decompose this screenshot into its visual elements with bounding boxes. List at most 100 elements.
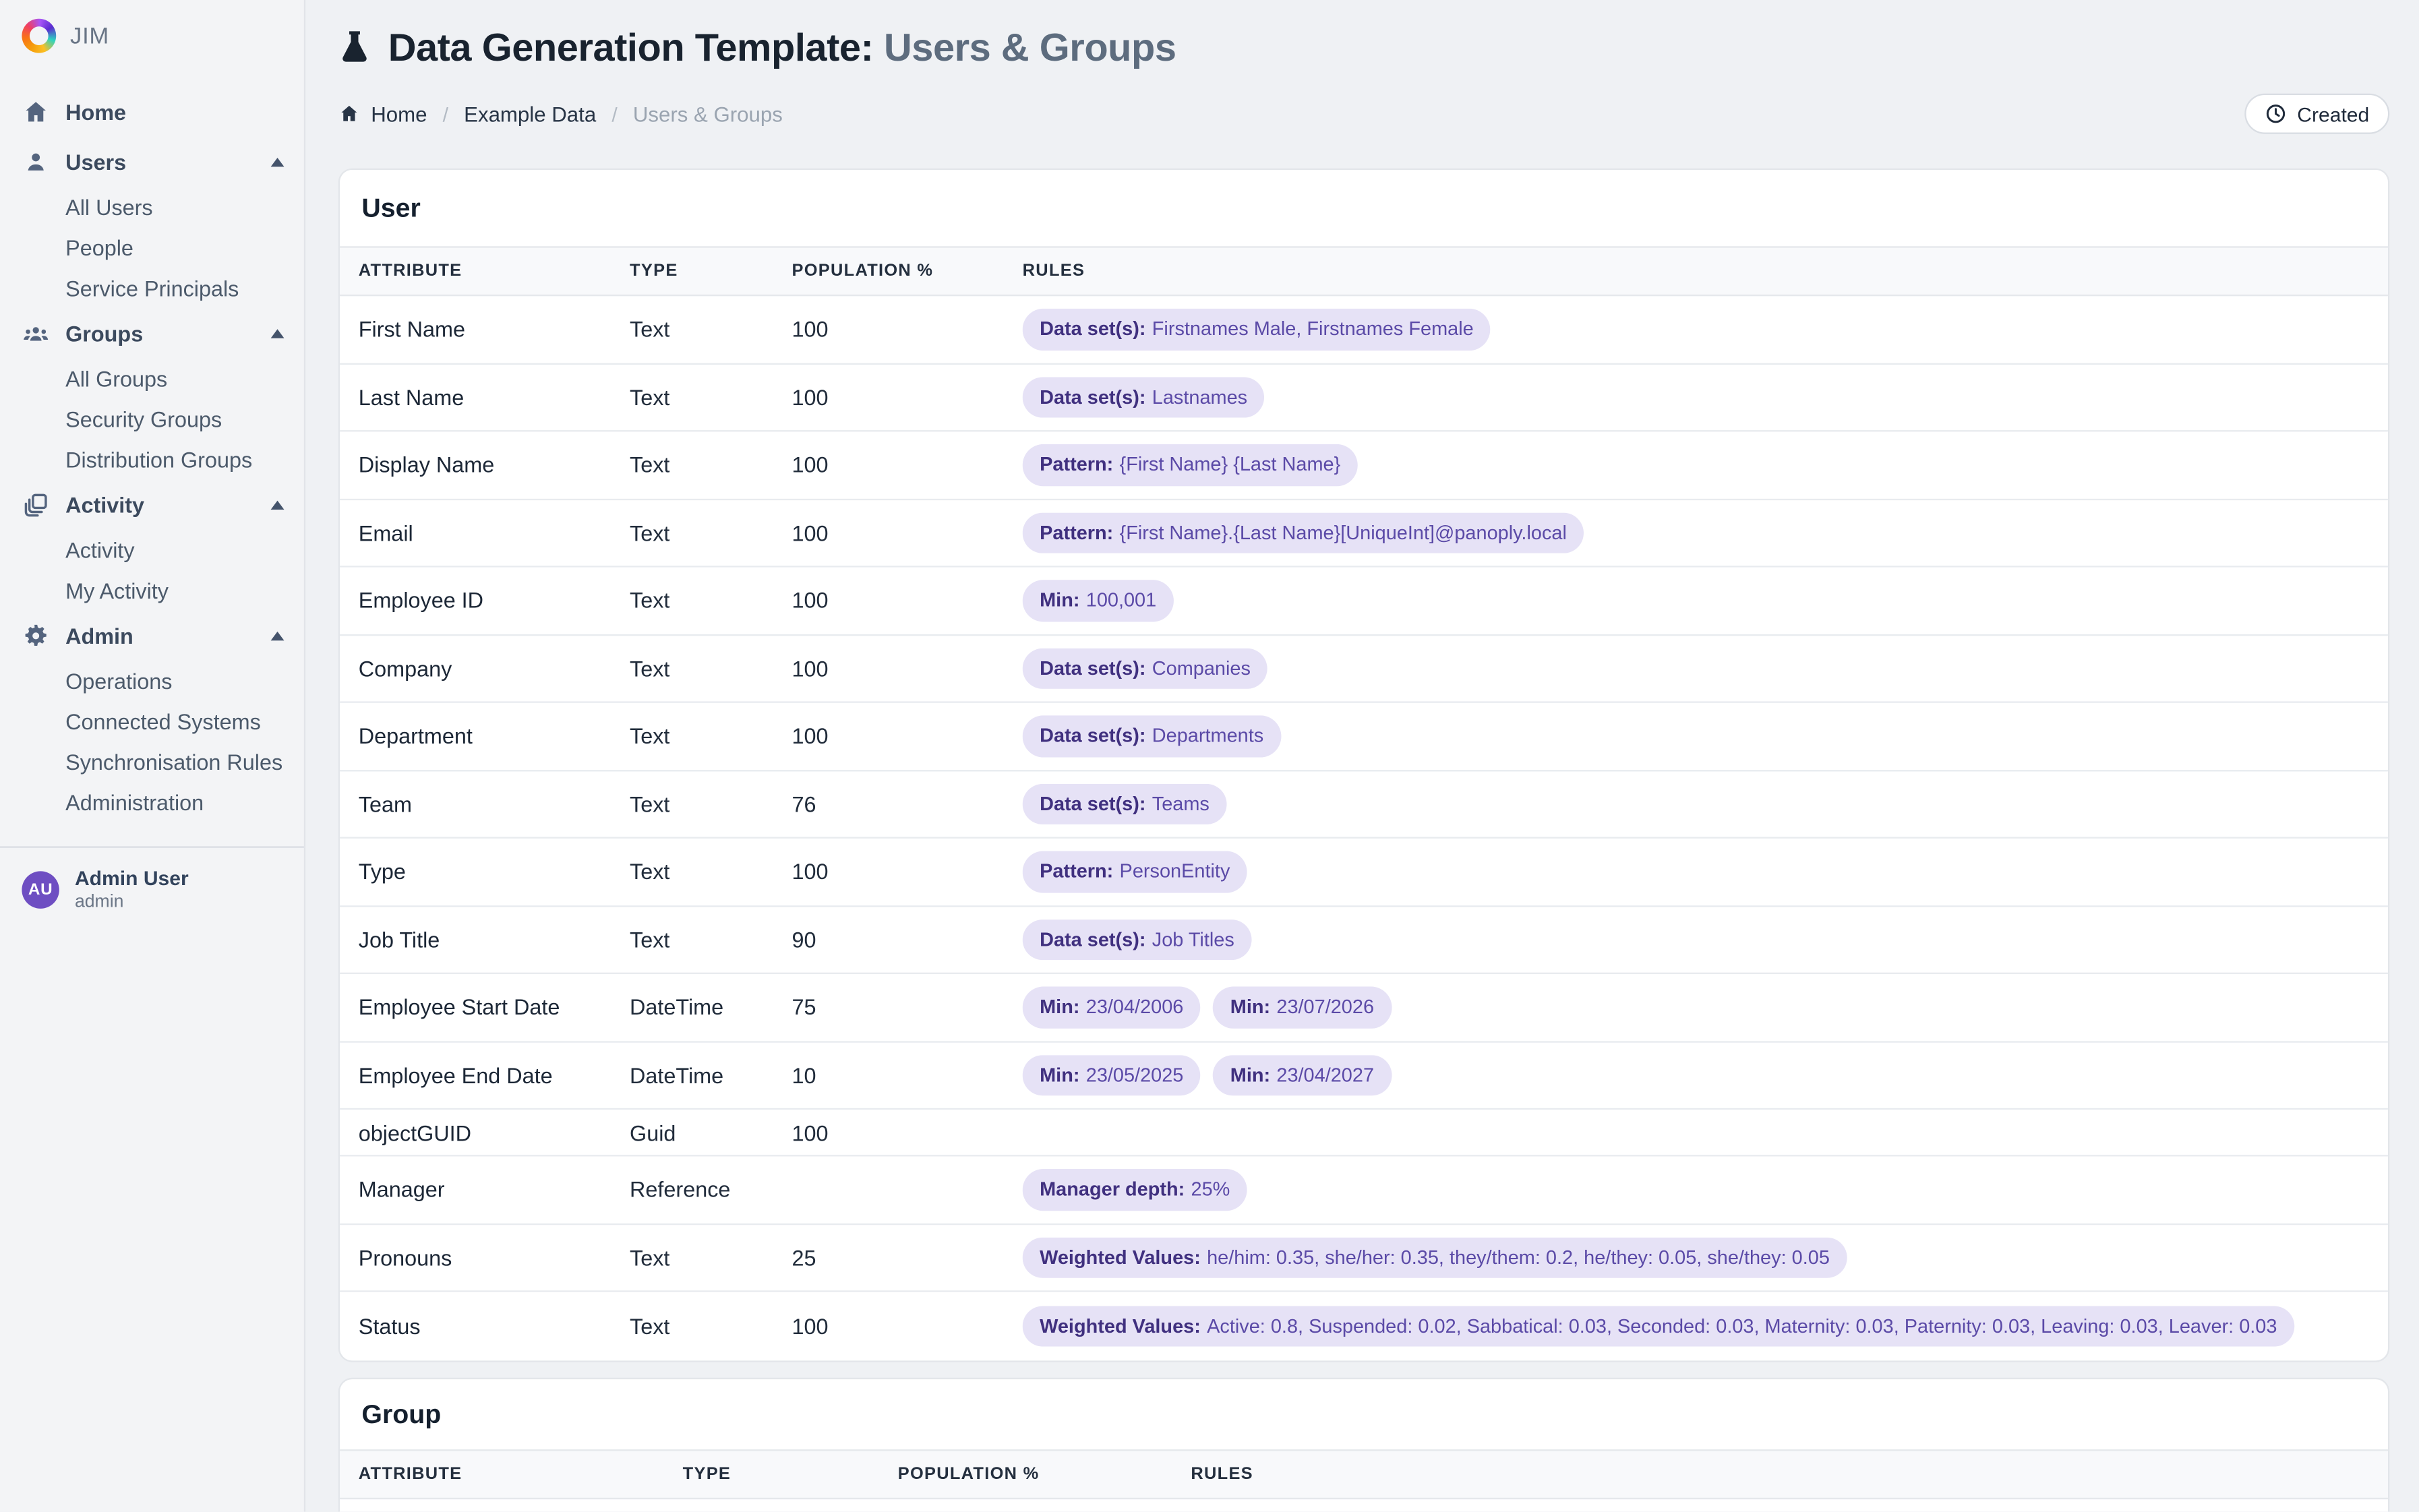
sidebar-item-all-users[interactable]: All Users [0, 187, 304, 227]
breadcrumb-item-users-groups: Users & Groups [633, 102, 783, 125]
sidebar-item-label: Home [65, 100, 285, 125]
rules-cell: Data set(s): Job Titles [1023, 919, 2370, 960]
population-cell: 100 [792, 452, 1022, 477]
breadcrumb-item-home[interactable]: Home [338, 102, 427, 125]
user-card-title: User [340, 170, 2388, 246]
population-cell: 10 [792, 1062, 1022, 1087]
rule-badge-label: Data set(s): [1040, 794, 1145, 814]
page-title-highlight: Users & Groups [884, 26, 1176, 69]
type-cell: Text [630, 452, 792, 477]
rule-badge: Data set(s):Departments [1023, 715, 1281, 756]
toolbar: Home/Example Data/Users & Groups Created [338, 94, 2390, 134]
table-row: Employee End DateDateTime10Min:23/05/202… [340, 1042, 2388, 1110]
jim-ring-logo-icon [22, 19, 56, 53]
attribute-cell: Status [359, 1313, 630, 1338]
attribute-cell: Last Name [359, 384, 630, 409]
type-cell: Text [630, 1245, 792, 1270]
sidebar-user[interactable]: AU Admin User admin [0, 848, 304, 933]
breadcrumb-item-example-data[interactable]: Example Data [464, 102, 596, 125]
type-cell: Text [630, 520, 792, 545]
sidebar-item-operations[interactable]: Operations [0, 661, 304, 701]
rule-badge-label: Weighted Values: [1040, 1248, 1201, 1267]
sidebar-item-connected-systems[interactable]: Connected Systems [0, 701, 304, 742]
attribute-cell: Employee ID [359, 588, 630, 613]
rules-cell: Manager depth: 25% [1023, 1169, 2370, 1210]
gear-icon [22, 622, 50, 650]
sidebar-item-activity[interactable]: Activity [0, 480, 304, 530]
sidebar-item-groups[interactable]: Groups [0, 309, 304, 359]
rule-badge-value: Active: 0.8, Suspended: 0.02, Sabbatical… [1207, 1316, 2277, 1335]
rules-cell: Pattern:{First Name}.{Last Name}[UniqueI… [1023, 512, 2370, 553]
rules-cell: Pattern:{First Name} {Last Name} [1023, 444, 2370, 485]
attribute-cell: First Name [359, 317, 630, 342]
attribute-cell: Pronouns [359, 1245, 630, 1270]
column-header: RULES [1023, 262, 2370, 280]
rule-badge-label: Pattern: [1040, 862, 1113, 882]
page-title-row: Data Generation Template: Users & Groups [338, 22, 2390, 75]
population-cell: 76 [792, 791, 1022, 816]
rule-badge-value: 23/07/2026 [1276, 998, 1374, 1017]
table-row: Last NameText100Data set(s):Lastnames [340, 364, 2388, 432]
rule-badge-label: Min: [1230, 1065, 1270, 1085]
sidebar-item-admin[interactable]: Admin [0, 611, 304, 661]
rules-cell [1191, 1505, 2369, 1512]
rule-badge-label: Min: [1040, 1065, 1079, 1085]
rule-badge: Min:23/05/2025 [1023, 1054, 1201, 1095]
rule-badge-value: Lastnames [1152, 388, 1247, 407]
sidebar-item-administration[interactable]: Administration [0, 783, 304, 823]
sidebar-item-all-groups[interactable]: All Groups [0, 359, 304, 399]
sidebar-item-label: People [65, 235, 285, 260]
type-cell: DateTime [630, 995, 792, 1020]
sidebar-item-label: Synchronisation Rules [65, 750, 285, 775]
type-cell: Text [630, 1313, 792, 1338]
table-row: Display NameText100Pattern:{First Name} … [340, 431, 2388, 500]
column-header: TYPE [630, 262, 792, 280]
breadcrumb-label: Home [371, 102, 427, 125]
sidebar-item-synchronisation-rules[interactable]: Synchronisation Rules [0, 742, 304, 783]
type-cell: Text [630, 859, 792, 884]
type-cell: Reference [630, 1177, 792, 1202]
population-cell: 100 [792, 656, 1022, 681]
rule-badge-value: {First Name}.{Last Name}[UniqueInt]@pano… [1120, 523, 1567, 543]
sidebar-item-my-activity[interactable]: My Activity [0, 570, 304, 611]
sidebar-item-activity[interactable]: Activity [0, 530, 304, 570]
sidebar-item-label: Admin [65, 624, 270, 648]
attribute-cell: Job Title [359, 927, 630, 952]
rule-badge-label: Data set(s): [1040, 726, 1145, 746]
sidebar-item-label: Activity [65, 538, 285, 563]
population-cell: 90 [792, 927, 1022, 952]
rule-badge-value: Job Titles [1152, 930, 1234, 949]
population-cell: 100 [792, 1120, 1022, 1145]
rule-badge-label: Data set(s): [1040, 659, 1145, 678]
rule-badge-label: Min: [1040, 591, 1079, 610]
breadcrumb-label: Example Data [464, 102, 596, 125]
rule-badge-value: 25% [1191, 1180, 1230, 1199]
sidebar-item-home[interactable]: Home [0, 87, 304, 137]
rule-badge: Data set(s):Lastnames [1023, 376, 1265, 417]
home-icon [22, 98, 50, 127]
sidebar-item-label: Activity [65, 493, 270, 518]
clock-icon [2265, 103, 2286, 125]
chevron-up-icon [270, 154, 285, 170]
sidebar-item-people[interactable]: People [0, 228, 304, 268]
sidebar: JIM Home UsersAll Users People Service Prin… [0, 0, 305, 1512]
table-row: StatusText100Weighted Values:Active: 0.8… [340, 1292, 2388, 1360]
table-row: ManagerReferenceManager depth:25% [340, 1157, 2388, 1225]
sidebar-user-role: admin [75, 893, 189, 915]
sidebar-item-label: Distribution Groups [65, 448, 285, 473]
rule-badge-label: Manager depth: [1040, 1180, 1185, 1199]
brand[interactable]: JIM [0, 0, 304, 69]
sidebar-item-users[interactable]: Users [0, 137, 304, 187]
rule-badge: Weighted Values:he/him: 0.35, she/her: 0… [1023, 1237, 1847, 1278]
rule-badge-label: Data set(s): [1040, 930, 1145, 949]
sidebar-item-distribution-groups[interactable]: Distribution Groups [0, 440, 304, 480]
sidebar-item-service-principals[interactable]: Service Principals [0, 268, 304, 309]
rules-cell: Data set(s):Teams [1023, 783, 2370, 824]
table-row: CompanyText100Data set(s):Companies [340, 635, 2388, 703]
group-card-title: Group [340, 1379, 2388, 1449]
population-cell: 100 [792, 723, 1022, 748]
breadcrumb-label: Users & Groups [633, 102, 783, 125]
sidebar-item-label: Groups [65, 321, 270, 346]
group-table-body [340, 1499, 2388, 1512]
sidebar-item-security-groups[interactable]: Security Groups [0, 399, 304, 440]
